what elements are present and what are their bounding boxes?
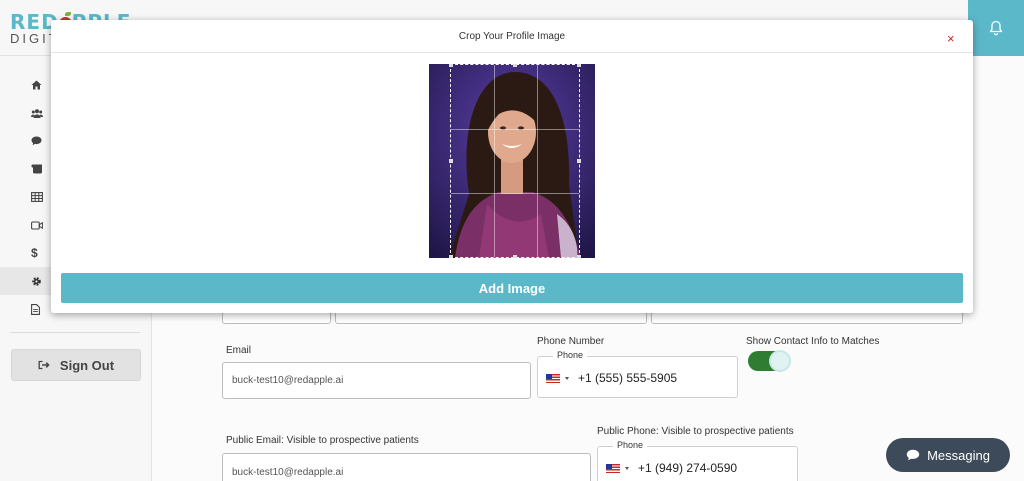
email-value: buck-test10@redapple.ai [232, 375, 344, 386]
notifications-button[interactable] [968, 0, 1024, 56]
public-email-field[interactable]: buck-test10@redapple.ai [222, 453, 591, 481]
crop-modal: Crop Your Profile Image × Add Image [51, 20, 973, 313]
public-email-value: buck-test10@redapple.ai [232, 467, 344, 478]
toggle-knob [771, 352, 789, 370]
video-icon [31, 220, 43, 230]
crop-handle[interactable] [577, 159, 581, 163]
sign-out-button[interactable]: Sign Out [11, 349, 141, 381]
crop-handle[interactable] [577, 255, 581, 258]
home-icon [31, 80, 42, 90]
crop-image-area[interactable] [429, 64, 595, 258]
scroll-icon [31, 164, 42, 174]
chat-bubble-icon [906, 449, 920, 461]
modal-title: Crop Your Profile Image [51, 20, 973, 53]
sign-out-label: Sign Out [59, 357, 115, 373]
us-flag-icon[interactable] [546, 374, 560, 383]
crop-handle[interactable] [513, 255, 517, 258]
phone-value: +1 (555) 555-5905 [578, 371, 678, 385]
crop-handle[interactable] [513, 64, 517, 67]
public-phone-field[interactable]: Phone +1 (949) 274-0590 [597, 440, 798, 481]
table-icon [31, 192, 43, 202]
phone-field[interactable]: Phone +1 (555) 555-5905 [537, 350, 738, 398]
crop-handle[interactable] [577, 64, 581, 67]
public-phone-legend: Phone [613, 440, 648, 450]
crop-handle[interactable] [449, 255, 453, 258]
public-phone-value: +1 (949) 274-0590 [638, 461, 738, 475]
bell-icon [989, 20, 1003, 36]
messaging-label: Messaging [927, 447, 990, 463]
close-icon[interactable]: × [947, 32, 955, 45]
email-label: Email [226, 345, 252, 356]
phone-number-label: Phone Number [537, 336, 605, 347]
gear-icon [32, 276, 41, 286]
sign-out-icon [38, 360, 50, 370]
crop-handle[interactable] [449, 64, 453, 67]
phone-legend: Phone [553, 350, 588, 360]
crop-handle[interactable] [449, 159, 453, 163]
add-image-button[interactable]: Add Image [61, 273, 963, 303]
sidebar-divider [10, 332, 140, 333]
chat-icon [31, 136, 42, 146]
show-contact-toggle[interactable] [748, 351, 790, 371]
users-icon [31, 108, 43, 118]
document-icon [31, 303, 40, 315]
public-phone-label: Public Phone: Visible to prospective pat… [597, 426, 794, 437]
public-email-label: Public Email: Visible to prospective pat… [226, 435, 419, 446]
chevron-down-icon[interactable] [625, 467, 629, 470]
chevron-down-icon[interactable] [565, 377, 569, 380]
us-flag-icon[interactable] [606, 464, 620, 473]
dollar-icon: $ [31, 246, 38, 260]
show-contact-label: Show Contact Info to Matches [746, 336, 880, 347]
messaging-button[interactable]: Messaging [886, 438, 1010, 472]
email-field[interactable]: buck-test10@redapple.ai [222, 362, 531, 399]
crop-selection-frame[interactable] [449, 64, 581, 258]
